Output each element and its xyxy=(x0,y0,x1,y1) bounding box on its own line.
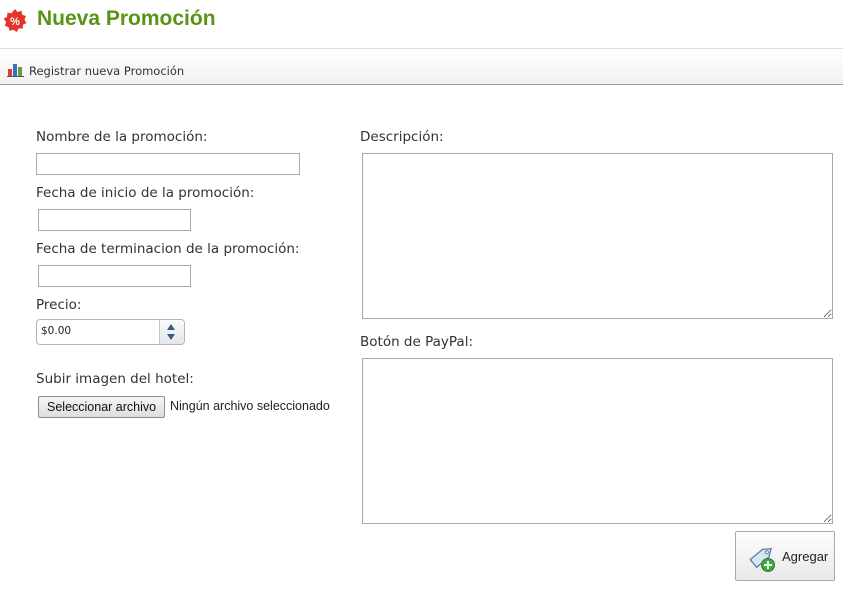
end-date-input[interactable] xyxy=(38,265,191,287)
start-date-label: Fecha de inicio de la promoción: xyxy=(36,185,255,201)
paypal-button-label: Botón de PayPal: xyxy=(360,334,473,350)
page-header: % Nueva Promoción xyxy=(0,0,843,48)
hotel-image-label: Subir imagen del hotel: xyxy=(36,371,194,387)
end-date-label: Fecha de terminacion de la promoción: xyxy=(36,241,300,257)
start-date-input[interactable] xyxy=(38,209,191,231)
description-label: Descripción: xyxy=(360,129,444,145)
promotion-name-input[interactable] xyxy=(36,153,300,175)
promotion-name-label: Nombre de la promoción: xyxy=(36,129,208,145)
increment-arrow-icon[interactable] xyxy=(167,324,175,330)
add-button-label: Agregar xyxy=(782,549,829,564)
register-promotion-link[interactable]: Registrar nueva Promoción xyxy=(29,64,184,78)
percent-badge-icon: % xyxy=(3,9,27,32)
price-label: Precio: xyxy=(36,297,82,313)
bar-chart-icon xyxy=(7,64,24,77)
choose-file-button[interactable]: Seleccionar archivo xyxy=(38,396,166,418)
page-title: Nueva Promoción xyxy=(37,7,216,30)
price-stepper-buttons xyxy=(159,320,184,344)
add-promotion-button[interactable]: Agregar xyxy=(735,531,835,581)
svg-text:%: % xyxy=(10,16,20,28)
toolbar: Registrar nueva Promoción xyxy=(0,48,843,85)
tag-add-icon xyxy=(749,547,775,572)
decrement-arrow-icon[interactable] xyxy=(167,334,175,340)
paypal-button-textarea[interactable] xyxy=(362,358,833,524)
price-stepper[interactable]: $0.00 xyxy=(36,319,185,345)
file-status-text: Ningún archivo seleccionado xyxy=(170,399,330,413)
price-value[interactable]: $0.00 xyxy=(41,325,71,337)
description-textarea[interactable] xyxy=(362,153,833,319)
